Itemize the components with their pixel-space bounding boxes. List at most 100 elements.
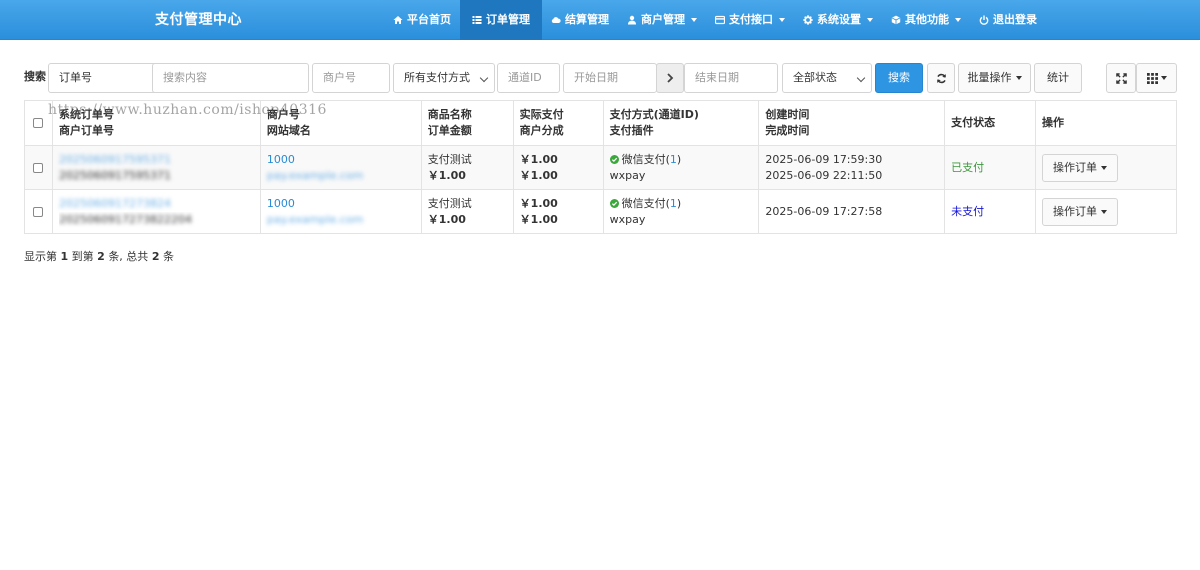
nav-item-other-functions[interactable]: 其他功能 <box>882 0 970 40</box>
status-select-value: 全部状态 <box>793 71 837 84</box>
action-cell: 操作订单 <box>1035 145 1177 190</box>
pagination-info: 显示第 1 到第 2 条, 总共 2 条 <box>24 248 174 264</box>
pay-method: 微信支付(1) <box>609 196 753 212</box>
end-date-input[interactable]: 结束日期 <box>684 63 778 93</box>
nav-item-merchant[interactable]: 商户管理 <box>618 0 706 40</box>
order-no-cell: 2025060917595371 2025060917595371 <box>51 145 261 190</box>
channel-id-link[interactable]: 1 <box>670 153 677 166</box>
status-cell: 未支付 <box>944 189 1037 234</box>
channel-id-input[interactable]: 通道ID <box>497 63 560 93</box>
pagination-to: 2 <box>97 250 105 263</box>
actual-paid: ￥1.00 <box>519 152 558 166</box>
merchant-share: ￥1.00 <box>519 168 558 182</box>
refresh-icon <box>936 73 946 83</box>
search-content-input[interactable]: 搜索内容 <box>152 63 309 93</box>
payment-cell: ￥1.00 ￥1.00 <box>512 145 604 190</box>
row-checkbox[interactable] <box>33 162 44 173</box>
status-badge: 已支付 <box>951 160 985 174</box>
fullscreen-button[interactable] <box>1106 63 1136 93</box>
nav-item-settlement[interactable]: 结算管理 <box>542 0 618 40</box>
nav-label-settlement: 结算管理 <box>565 13 609 26</box>
chevron-down-icon <box>779 18 785 22</box>
chevron-down-icon <box>867 18 873 22</box>
brand-title[interactable]: 支付管理中心 <box>155 0 242 40</box>
created-time: 2025-06-09 17:27:58 <box>765 204 883 218</box>
header-order-no[interactable]: 系统订单号 商户订单号 <box>51 100 261 146</box>
header-order-amount: 订单金额 <box>427 124 472 137</box>
domain-link[interactable]: pay.example.com <box>267 168 415 184</box>
refresh-button[interactable] <box>927 63 955 93</box>
actual-paid: ￥1.00 <box>519 196 558 210</box>
pay-method: 微信支付(1) <box>609 152 753 168</box>
columns-toggle-button[interactable] <box>1136 63 1177 93</box>
nav-label-home: 平台首页 <box>407 13 451 26</box>
completed-time: 2025-06-09 22:11:50 <box>765 168 883 182</box>
power-icon <box>979 15 989 25</box>
chevron-down-icon <box>1160 76 1167 80</box>
merchant-id-link[interactable]: 1000 <box>267 152 415 168</box>
batch-operation-button[interactable]: 批量操作 <box>958 63 1031 93</box>
search-field-select-value: 订单号 <box>59 71 92 84</box>
order-action-button[interactable]: 操作订单 <box>1042 197 1119 226</box>
search-toolbar: 搜索 订单号 搜索内容 商户号 所有支付方式 通道ID 开始日期 结束日期 全部… <box>24 63 1184 93</box>
nav-item-logout[interactable]: 退出登录 <box>970 0 1046 40</box>
pagination-suffix: 条 <box>162 250 174 263</box>
header-merchant[interactable]: 商户号 网站域名 <box>259 100 422 146</box>
start-date-input[interactable]: 开始日期 <box>563 63 657 93</box>
grid-icon <box>1146 72 1158 84</box>
search-button[interactable]: 搜索 <box>875 63 923 93</box>
header-merchant-share: 商户分成 <box>519 124 564 137</box>
nav-item-payment-api[interactable]: 支付接口 <box>706 0 794 40</box>
sys-order-link[interactable]: 2025060917595371 <box>59 152 254 168</box>
header-mch-order-no: 商户订单号 <box>58 124 114 137</box>
nav-item-orders[interactable]: 订单管理 <box>460 0 542 40</box>
pagination-to-text: 到第 <box>71 250 94 263</box>
pagination-from: 1 <box>60 250 69 263</box>
statistics-button[interactable]: 统计 <box>1034 63 1082 93</box>
header-created-time: 创建时间 <box>765 108 810 121</box>
action-cell: 操作订单 <box>1035 189 1177 234</box>
created-time: 2025-06-09 17:59:30 <box>765 152 883 166</box>
nav-label-payment-api: 支付接口 <box>729 13 773 26</box>
sys-order-link[interactable]: 2025060917273824 <box>59 196 254 212</box>
order-amount: ￥1.00 <box>427 212 466 226</box>
merchant-id-input[interactable]: 商户号 <box>312 63 390 93</box>
pay-type-select-value: 所有支付方式 <box>404 71 470 84</box>
merchant-share: ￥1.00 <box>519 212 558 226</box>
order-action-label: 操作订单 <box>1053 204 1098 218</box>
header-status[interactable]: 支付状态 <box>944 100 1037 146</box>
header-payment[interactable]: 实际支付 商户分成 <box>512 100 604 146</box>
pagination-total: 2 <box>151 250 160 263</box>
header-time[interactable]: 创建时间 完成时间 <box>758 100 946 146</box>
chevron-down-icon <box>955 18 961 22</box>
nav-label-system-settings: 系统设置 <box>817 13 861 26</box>
merchant-id-link[interactable]: 1000 <box>267 196 415 212</box>
channel-id-link[interactable]: 1 <box>670 197 677 210</box>
user-icon <box>628 15 636 25</box>
cube-icon <box>891 15 901 25</box>
nav-item-system-settings[interactable]: 系统设置 <box>794 0 882 40</box>
select-all-checkbox[interactable] <box>33 118 44 128</box>
list-icon <box>472 16 482 24</box>
header-pay-method: 支付方式(通道ID) <box>609 108 699 121</box>
header-product[interactable]: 商品名称 订单金额 <box>420 100 514 146</box>
header-plugin: 支付插件 <box>609 124 654 137</box>
home-icon <box>393 16 403 24</box>
orders-table: 系统订单号 商户订单号 商户号 网站域名 商品名称 订单金额 实际支付 商户分成… <box>24 100 1177 234</box>
order-action-button[interactable]: 操作订单 <box>1042 153 1119 182</box>
method-cell: 微信支付(1) wxpay <box>602 189 760 234</box>
header-product-name: 商品名称 <box>427 108 472 121</box>
header-method[interactable]: 支付方式(通道ID) 支付插件 <box>602 100 760 146</box>
pay-type-select[interactable]: 所有支付方式 <box>393 63 495 93</box>
top-navbar: 支付管理中心 平台首页 订单管理 结算管理 商户管理 支付接口 系统设置 其他功… <box>0 0 1200 40</box>
nav-item-home[interactable]: 平台首页 <box>384 0 460 40</box>
status-select[interactable]: 全部状态 <box>782 63 872 93</box>
gear-icon <box>803 15 813 25</box>
status-badge: 未支付 <box>951 204 985 218</box>
search-content-placeholder: 搜索内容 <box>163 71 207 84</box>
domain-link[interactable]: pay.example.com <box>267 212 415 228</box>
merchant-cell: 1000 pay.example.com <box>259 189 422 234</box>
merchant-id-placeholder: 商户号 <box>323 71 356 84</box>
row-checkbox[interactable] <box>33 206 44 217</box>
date-range-separator <box>656 63 684 93</box>
